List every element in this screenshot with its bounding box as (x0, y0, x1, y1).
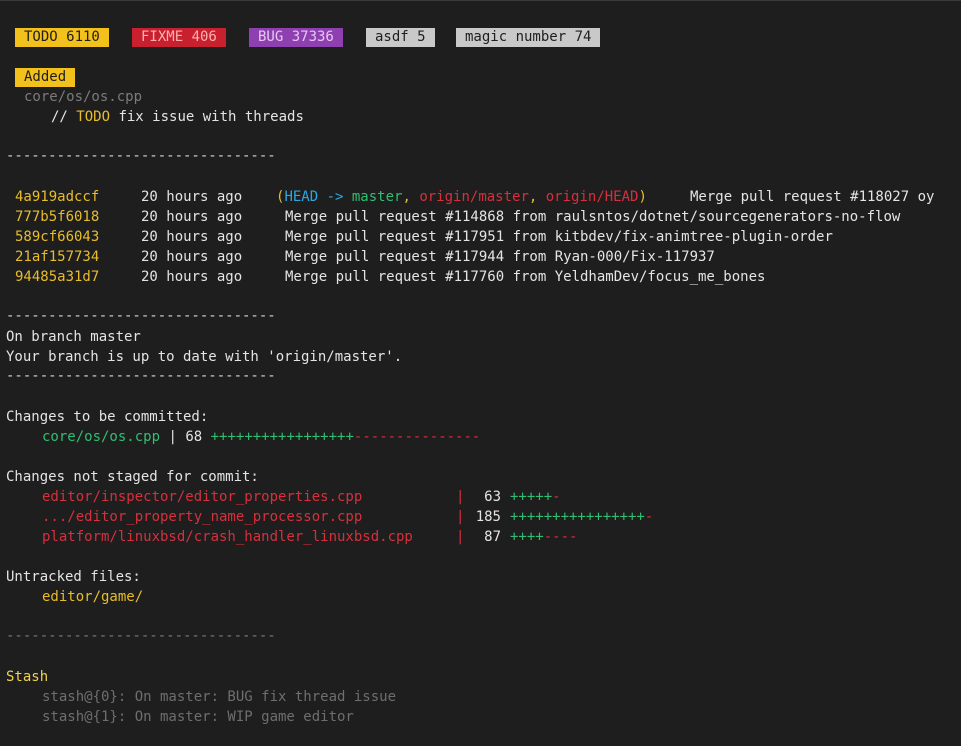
diffstat-additions: +++++ (510, 489, 553, 505)
commit-message: Merge pull request #117760 from YeldhamD… (285, 269, 766, 285)
unstaged-file-path[interactable]: editor/inspector/editor_properties.cpp (42, 487, 362, 507)
diffstat-deletions: - (644, 509, 654, 525)
added-comment-line: // TODO fix issue with threads (51, 107, 304, 127)
added-badge: Added (15, 68, 76, 87)
commit-message: Merge pull request #117944 from Ryan-000… (285, 249, 715, 265)
todo-count-badge: TODO 6110 (15, 28, 109, 47)
diffstat-separator: | (456, 509, 465, 525)
diffstat-additions: +++++++++++++++++ (210, 429, 354, 445)
diffstat-additions: ++++ (510, 529, 544, 545)
stash-entry[interactable]: stash@{0}: On master: BUG fix thread iss… (42, 687, 396, 707)
commit-time: 20 hours ago (141, 209, 243, 225)
untracked-header: Untracked files: (6, 569, 141, 585)
diffstat-deletions: - (552, 489, 561, 505)
diffstat-separator: | (456, 489, 465, 505)
diffstat-separator: | (160, 429, 186, 445)
ref-origin-master: origin/master (419, 189, 529, 205)
comment-tag: TODO (76, 109, 111, 125)
diffstat-bar: +++++- (510, 487, 561, 507)
bug-count-badge: BUG 37336 (249, 28, 343, 47)
commit-refs: (HEAD -> master, origin/master, origin/H… (276, 187, 647, 207)
staged-file-path[interactable]: core/os/os.cpp (42, 429, 160, 445)
ref-comma: , (528, 189, 546, 205)
diffstat-count: 87 (484, 529, 501, 545)
commit-time: 20 hours ago (141, 229, 243, 245)
diffstat-count: 63 (484, 489, 501, 505)
asdf-count-badge: asdf 5 (366, 28, 435, 47)
separator: -------------------------------- (6, 368, 276, 384)
untracked-file-path[interactable]: editor/game/ (42, 587, 143, 607)
separator: -------------------------------- (6, 628, 276, 644)
diffstat-bar: ++++++++++++++++- (510, 507, 653, 527)
top-border (0, 0, 961, 1)
commit-time: 20 hours ago (141, 269, 243, 285)
ref-comma: , (402, 189, 420, 205)
upstream-status: Your branch is up to date with 'origin/m… (6, 349, 403, 365)
branch-status: On branch master (6, 329, 141, 345)
separator: -------------------------------- (6, 148, 276, 164)
ref-arrow: -> (318, 189, 352, 205)
comment-prefix: // (51, 109, 77, 125)
diffstat-deletions: ---- (543, 529, 578, 545)
commit-message: Merge pull request #117951 from kitbdev/… (285, 229, 833, 245)
commit-hash[interactable]: 777b5f6018 (15, 207, 99, 227)
unstaged-file-path[interactable]: platform/linuxbsd/crash_handler_linuxbsd… (42, 527, 413, 547)
stash-entry[interactable]: stash@{1}: On master: WIP game editor (42, 707, 354, 727)
commit-time: 20 hours ago (141, 249, 243, 265)
fixme-count-badge: FIXME 406 (132, 28, 226, 47)
commit-hash[interactable]: 21af157734 (15, 247, 99, 267)
commit-hash[interactable]: 94485a31d7 (15, 267, 99, 287)
commit-hash[interactable]: 4a919adccf (15, 187, 99, 207)
comment-text: fix issue with threads (110, 109, 304, 125)
staged-header: Changes to be committed: (6, 409, 209, 425)
diffstat-count: 68 (185, 429, 203, 445)
diffstat-additions: ++++++++++++++++ (510, 509, 645, 525)
refs-close: ) (638, 189, 647, 205)
commit-message: Merge pull request #114868 from raulsnto… (285, 209, 901, 225)
staged-file-row[interactable]: core/os/os.cpp | 68 +++++++++++++++++---… (42, 427, 480, 447)
stash-header: Stash (6, 669, 49, 685)
ref-master: master (351, 189, 403, 205)
commit-hash[interactable]: 589cf66043 (15, 227, 99, 247)
magic-number-badge: magic number 74 (456, 28, 601, 47)
diffstat-count: 185 (475, 509, 501, 525)
ref-head: HEAD (284, 189, 319, 205)
diffstat-bar: ++++---- (510, 527, 577, 547)
commit-time: 20 hours ago (141, 189, 243, 205)
commit-message: Merge pull request #118027 oy (690, 189, 935, 205)
added-file-path[interactable]: core/os/os.cpp (24, 87, 142, 107)
ref-origin-head: origin/HEAD (545, 189, 639, 205)
unstaged-header: Changes not staged for commit: (6, 469, 259, 485)
diffstat-separator: | (456, 529, 465, 545)
separator: -------------------------------- (6, 308, 276, 324)
unstaged-file-path[interactable]: .../editor_property_name_processor.cpp (42, 507, 362, 527)
diffstat-deletions: --------------- (353, 429, 481, 445)
